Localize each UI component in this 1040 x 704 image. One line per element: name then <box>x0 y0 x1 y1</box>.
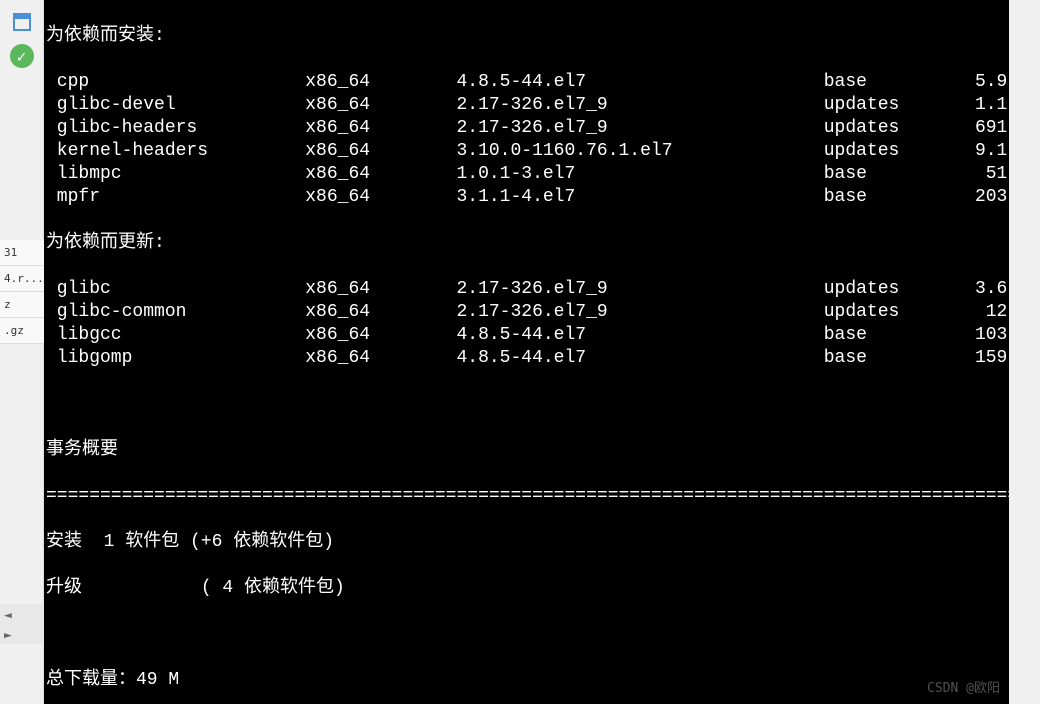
right-strip <box>1009 0 1040 704</box>
install-summary: 安装 1 软件包 (+6 依赖软件包) <box>46 531 1007 554</box>
upgrade-summary: 升级 ( 4 依赖软件包) <box>46 577 1007 600</box>
divider: ========================================… <box>46 485 1007 508</box>
package-row: kernel-headers x86_64 3.10.0-1160.76.1.e… <box>46 140 1007 163</box>
watermark: CSDN @欧阳 <box>927 677 1000 696</box>
scrollbar-corner: ◄ ► <box>0 604 44 644</box>
file-item[interactable]: .gz <box>0 318 44 344</box>
blank-line <box>46 623 1007 646</box>
package-row: glibc-common x86_64 2.17-326.el7_9 updat… <box>46 301 1007 324</box>
section-header: 为依赖而更新: <box>46 232 1007 255</box>
package-row: mpfr x86_64 3.1.1-4.el7 base 203 k <box>46 186 1007 209</box>
package-row: glibc-headers x86_64 2.17-326.el7_9 upda… <box>46 117 1007 140</box>
package-row: libmpc x86_64 1.0.1-3.el7 base 51 k <box>46 163 1007 186</box>
package-row: libgcc x86_64 4.8.5-44.el7 base 103 k <box>46 324 1007 347</box>
check-circle-icon: ✓ <box>10 44 34 68</box>
blank-line <box>46 393 1007 416</box>
terminal-output: 为依赖而安装: cpp x86_64 4.8.5-44.el7 base 5.9… <box>44 0 1009 704</box>
section-header: 为依赖而安装: <box>46 25 1007 48</box>
install-package-list: cpp x86_64 4.8.5-44.el7 base 5.9 M glibc… <box>46 71 1007 209</box>
update-package-list: glibc x86_64 2.17-326.el7_9 updates 3.6 … <box>46 278 1007 370</box>
file-item[interactable]: 4.r... <box>0 266 44 292</box>
file-item[interactable]: 31 <box>0 240 44 266</box>
package-row: cpp x86_64 4.8.5-44.el7 base 5.9 M <box>46 71 1007 94</box>
file-strip: 31 4.r... z .gz <box>0 240 44 344</box>
file-item[interactable]: z <box>0 292 44 318</box>
package-row: libgomp x86_64 4.8.5-44.el7 base 159 k <box>46 347 1007 370</box>
package-row: glibc x86_64 2.17-326.el7_9 updates 3.6 … <box>46 278 1007 301</box>
sidebar: ✓ <box>0 0 44 704</box>
package-row: glibc-devel x86_64 2.17-326.el7_9 update… <box>46 94 1007 117</box>
scroll-right-icon[interactable]: ► <box>4 628 20 644</box>
scroll-left-icon[interactable]: ◄ <box>4 608 20 624</box>
window-maximize-icon[interactable] <box>10 10 34 34</box>
summary-header: 事务概要 <box>46 439 1007 462</box>
total-download: 总下载量：49 M <box>46 669 1007 692</box>
